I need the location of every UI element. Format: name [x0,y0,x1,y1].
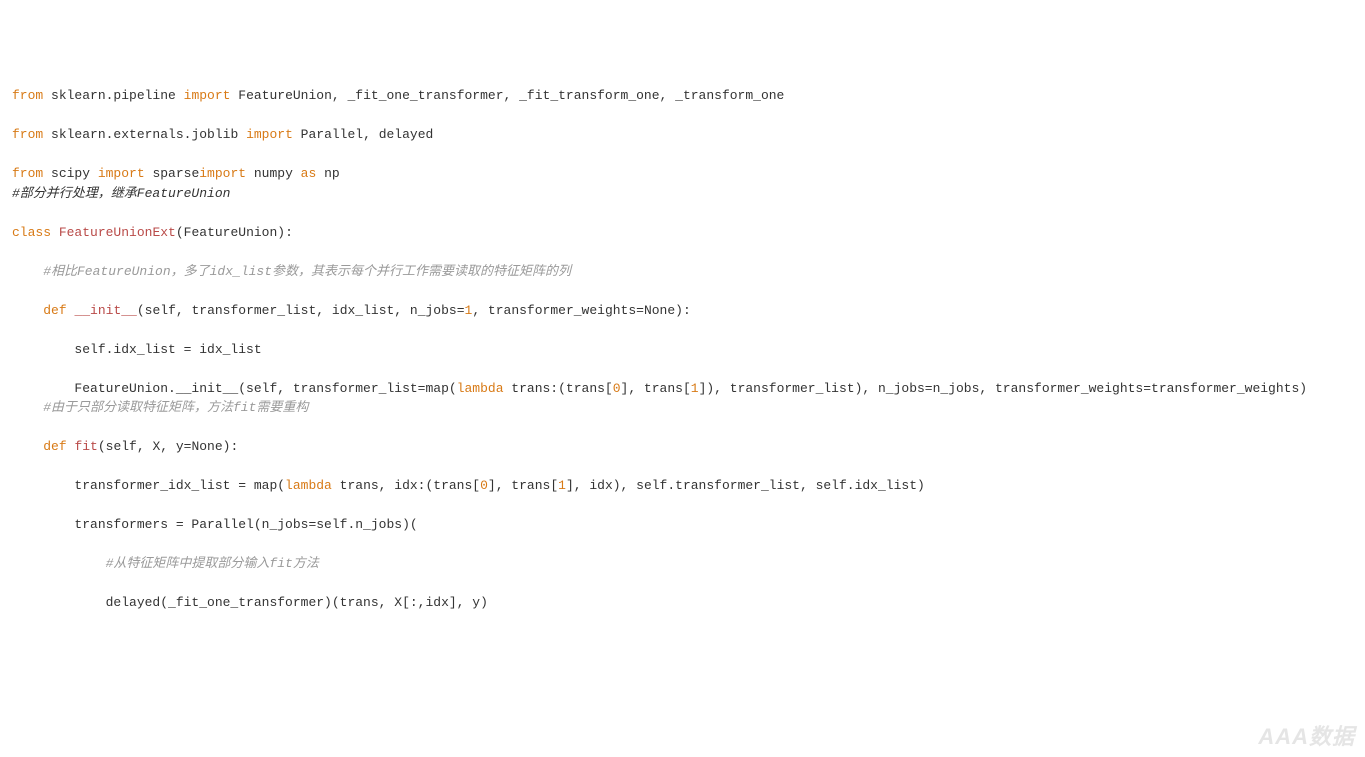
keyword-from: from [12,88,43,103]
keyword-import: import [184,88,231,103]
function-name: __init__ [74,303,136,318]
numeric-literal: 0 [480,478,488,493]
line-9: FeatureUnion.__init__(self, transformer_… [12,381,1307,396]
line-4-comment: #部分并行处理，继承FeatureUnion [12,186,230,201]
numeric-literal: 0 [613,381,621,396]
keyword-from: from [12,127,43,142]
keyword-import: import [199,166,246,181]
function-name: fit [74,439,97,454]
keyword-lambda: lambda [457,381,504,396]
keyword-from: from [12,166,43,181]
line-2: from sklearn.externals.joblib import Par… [12,127,433,142]
line-3: from scipy import sparseimport numpy as … [12,166,340,181]
numeric-literal: 1 [558,478,566,493]
keyword-import: import [246,127,293,142]
line-6-comment: #相比FeatureUnion，多了idx_list参数，其表示每个并行工作需要… [12,264,571,279]
line-7: def __init__(self, transformer_list, idx… [12,303,691,318]
code-block: from sklearn.pipeline import FeatureUnio… [12,86,1353,613]
keyword-def: def [43,439,66,454]
watermark-text: AAA数据 [1258,720,1355,753]
line-10-comment: #由于只部分读取特征矩阵，方法fit需要重构 [12,400,308,415]
keyword-class: class [12,225,51,240]
line-13: transformers = Parallel(n_jobs=self.n_jo… [12,517,418,532]
line-8: self.idx_list = idx_list [12,342,262,357]
keyword-as: as [301,166,317,181]
numeric-literal: 1 [691,381,699,396]
class-name: FeatureUnionExt [59,225,176,240]
keyword-def: def [43,303,66,318]
line-15: delayed(_fit_one_transformer)(trans, X[:… [12,595,488,610]
line-5: class FeatureUnionExt(FeatureUnion): [12,225,293,240]
line-12: transformer_idx_list = map(lambda trans,… [12,478,925,493]
line-1: from sklearn.pipeline import FeatureUnio… [12,88,784,103]
line-14-comment: #从特征矩阵中提取部分输入fit方法 [12,556,319,571]
line-11: def fit(self, X, y=None): [12,439,238,454]
keyword-lambda: lambda [285,478,332,493]
keyword-import: import [98,166,145,181]
